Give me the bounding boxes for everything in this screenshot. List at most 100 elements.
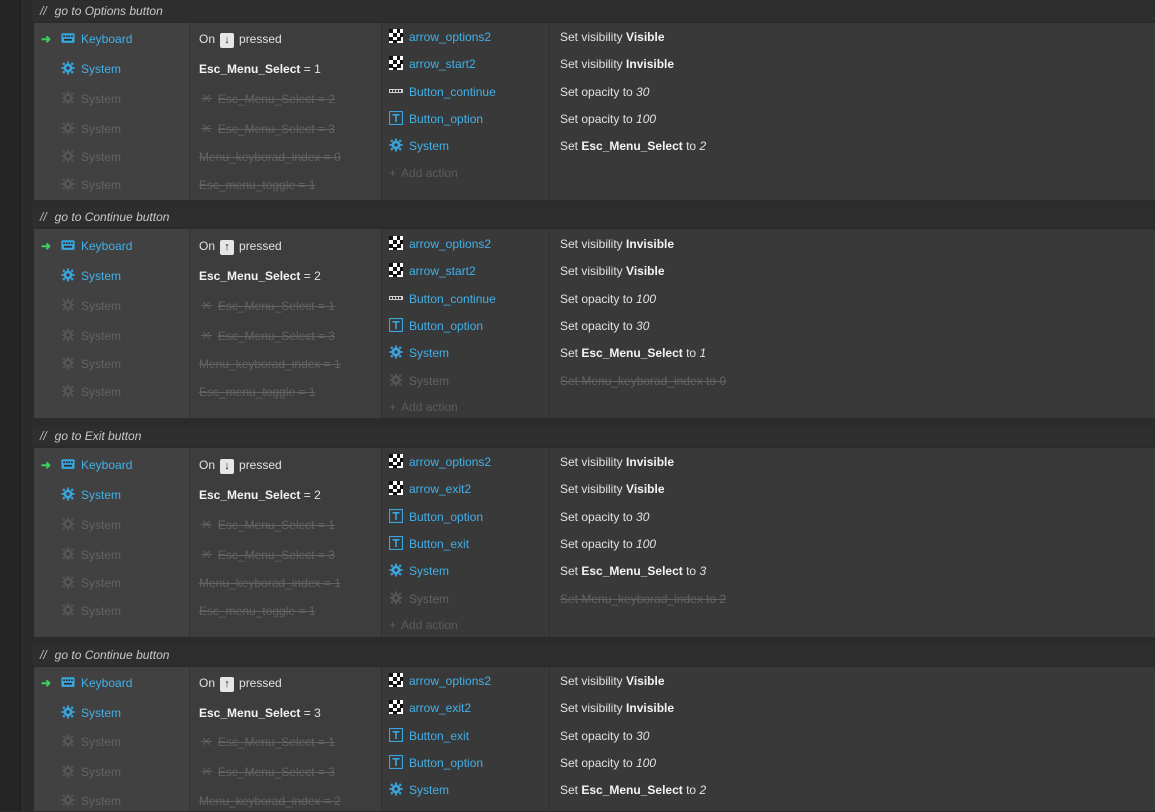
condition-text[interactable]: Menu_keyborad_index = 1 <box>199 353 341 375</box>
action-text[interactable]: Set visibility Invisible <box>560 451 674 473</box>
event-block[interactable]: ➜ Keyboard On ↑ pressed System Esc_Menu_Select… <box>34 667 1155 811</box>
action-text[interactable]: Set visibility Visible <box>560 670 665 692</box>
action-object[interactable]: Button_continue <box>389 81 496 103</box>
condition-object[interactable]: System <box>61 353 121 375</box>
action-object[interactable]: arrow_options2 <box>389 233 491 255</box>
event-comment[interactable]: // go to Continue button <box>32 207 1155 227</box>
condition-text[interactable]: On ↑ pressed <box>199 235 282 257</box>
condition-object[interactable]: System <box>61 572 121 594</box>
action-text[interactable]: Set visibility Visible <box>560 260 665 282</box>
action-text[interactable]: Set opacity to 100 <box>560 533 656 555</box>
action-text[interactable]: Set Menu_keyborad_index to 0 <box>560 370 726 392</box>
action-text[interactable]: Set opacity to 100 <box>560 108 656 130</box>
condition-text[interactable]: Esc_Menu_Select = 3 <box>199 702 321 724</box>
condition-text[interactable]: Esc_menu_toggle = 1 <box>199 174 315 196</box>
action-object[interactable]: arrow_options2 <box>389 670 491 692</box>
action-text[interactable]: Set visibility Invisible <box>560 233 674 255</box>
action-object[interactable]: System <box>389 342 449 364</box>
action-text[interactable]: Set opacity to 30 <box>560 506 649 528</box>
condition-object[interactable]: System <box>61 325 121 347</box>
event-block[interactable]: ➜ Keyboard On ↓ pressed System Esc_Menu_Select… <box>34 448 1155 637</box>
condition-object[interactable]: System <box>61 295 121 317</box>
condition-text[interactable]: Menu_keyborad_index = 2 <box>199 790 341 812</box>
condition-object[interactable]: System <box>61 118 121 140</box>
condition-text[interactable]: Menu_keyborad_index = 0 <box>199 146 341 168</box>
action-object[interactable]: System <box>389 588 449 610</box>
condition-object[interactable]: Keyboard <box>61 454 132 476</box>
action-object[interactable]: arrow_options2 <box>389 26 491 48</box>
condition-text[interactable]: ✕ Esc_Menu_Select = 3 <box>201 325 335 347</box>
action-object[interactable]: System <box>389 135 449 157</box>
condition-text[interactable]: On ↓ pressed <box>199 28 282 50</box>
condition-object[interactable]: System <box>61 146 121 168</box>
condition-text[interactable]: Esc_Menu_Select = 2 <box>199 265 321 287</box>
action-text[interactable]: Set opacity to 30 <box>560 725 649 747</box>
action-object[interactable]: Button_continue <box>389 288 496 310</box>
action-object[interactable]: Button_option <box>389 315 483 337</box>
condition-object[interactable]: System <box>61 381 121 403</box>
action-text[interactable]: Set opacity to 100 <box>560 752 656 774</box>
action-object[interactable]: arrow_start2 <box>389 260 476 282</box>
condition-text[interactable]: ✕ Esc_Menu_Select = 3 <box>201 118 335 140</box>
action-text[interactable]: Set Esc_Menu_Select to 1 <box>560 342 706 364</box>
action-object[interactable]: Button_option <box>389 506 483 528</box>
add-action-button[interactable]: + Add action <box>389 614 458 636</box>
add-action-button[interactable]: + Add action <box>389 396 458 418</box>
condition-object[interactable]: Keyboard <box>61 28 132 50</box>
condition-object[interactable]: System <box>61 544 121 566</box>
event-block[interactable]: ➜ Keyboard On ↓ pressed System Esc_Menu_Select… <box>34 23 1155 200</box>
condition-object[interactable]: System <box>61 265 121 287</box>
action-text[interactable]: Set Menu_keyborad_index to 2 <box>560 588 726 610</box>
condition-object[interactable]: Keyboard <box>61 235 132 257</box>
action-object[interactable]: System <box>389 779 449 801</box>
action-object[interactable]: System <box>389 560 449 582</box>
action-text[interactable]: Set visibility Visible <box>560 26 665 48</box>
event-comment[interactable]: // go to Options button <box>32 1 1155 21</box>
condition-object[interactable]: System <box>61 484 121 506</box>
condition-object[interactable]: System <box>61 790 121 812</box>
add-action-button[interactable]: + Add action <box>389 162 458 184</box>
condition-object[interactable]: System <box>61 88 121 110</box>
condition-text[interactable]: ✕ Esc_Menu_Select = 1 <box>201 295 335 317</box>
condition-text[interactable]: Esc_Menu_Select = 1 <box>199 58 321 80</box>
action-object[interactable]: arrow_options2 <box>389 451 491 473</box>
condition-text[interactable]: On ↑ pressed <box>199 672 282 694</box>
event-comment[interactable]: // go to Continue button <box>32 645 1155 665</box>
action-object[interactable]: arrow_exit2 <box>389 697 471 719</box>
condition-text[interactable]: ✕ Esc_Menu_Select = 1 <box>201 731 335 753</box>
condition-object[interactable]: System <box>61 514 121 536</box>
event-block[interactable]: ➜ Keyboard On ↑ pressed System Esc_Menu_Select… <box>34 229 1155 418</box>
condition-object[interactable]: System <box>61 761 121 783</box>
action-object[interactable]: arrow_exit2 <box>389 478 471 500</box>
condition-object[interactable]: Keyboard <box>61 672 132 694</box>
condition-text[interactable]: Menu_keyborad_index = 1 <box>199 572 341 594</box>
event-comment[interactable]: // go to Exit button <box>32 426 1155 446</box>
action-object[interactable]: System <box>389 370 449 392</box>
condition-text[interactable]: Esc_menu_toggle = 1 <box>199 600 315 622</box>
action-text[interactable]: Set visibility Invisible <box>560 697 674 719</box>
action-text[interactable]: Set opacity to 30 <box>560 81 649 103</box>
condition-text[interactable]: Esc_menu_toggle = 1 <box>199 381 315 403</box>
action-object[interactable]: Button_option <box>389 752 483 774</box>
action-text[interactable]: Set Esc_Menu_Select to 2 <box>560 779 706 801</box>
action-object[interactable]: arrow_start2 <box>389 53 476 75</box>
condition-text[interactable]: ✕ Esc_Menu_Select = 2 <box>201 88 335 110</box>
condition-text[interactable]: On ↓ pressed <box>199 454 282 476</box>
action-text[interactable]: Set opacity to 100 <box>560 288 656 310</box>
action-text[interactable]: Set opacity to 30 <box>560 315 649 337</box>
condition-text[interactable]: ✕ Esc_Menu_Select = 3 <box>201 544 335 566</box>
condition-text[interactable]: ✕ Esc_Menu_Select = 1 <box>201 514 335 536</box>
condition-object[interactable]: System <box>61 600 121 622</box>
action-text[interactable]: Set Esc_Menu_Select to 3 <box>560 560 706 582</box>
condition-object[interactable]: System <box>61 58 121 80</box>
action-text[interactable]: Set visibility Invisible <box>560 53 674 75</box>
condition-object[interactable]: System <box>61 174 121 196</box>
condition-object[interactable]: System <box>61 731 121 753</box>
condition-text[interactable]: ✕ Esc_Menu_Select = 3 <box>201 761 335 783</box>
action-object[interactable]: Button_exit <box>389 533 469 555</box>
condition-object[interactable]: System <box>61 702 121 724</box>
action-text[interactable]: Set visibility Visible <box>560 478 665 500</box>
condition-text[interactable]: Esc_Menu_Select = 2 <box>199 484 321 506</box>
action-object[interactable]: Button_option <box>389 108 483 130</box>
action-object[interactable]: Button_exit <box>389 725 469 747</box>
